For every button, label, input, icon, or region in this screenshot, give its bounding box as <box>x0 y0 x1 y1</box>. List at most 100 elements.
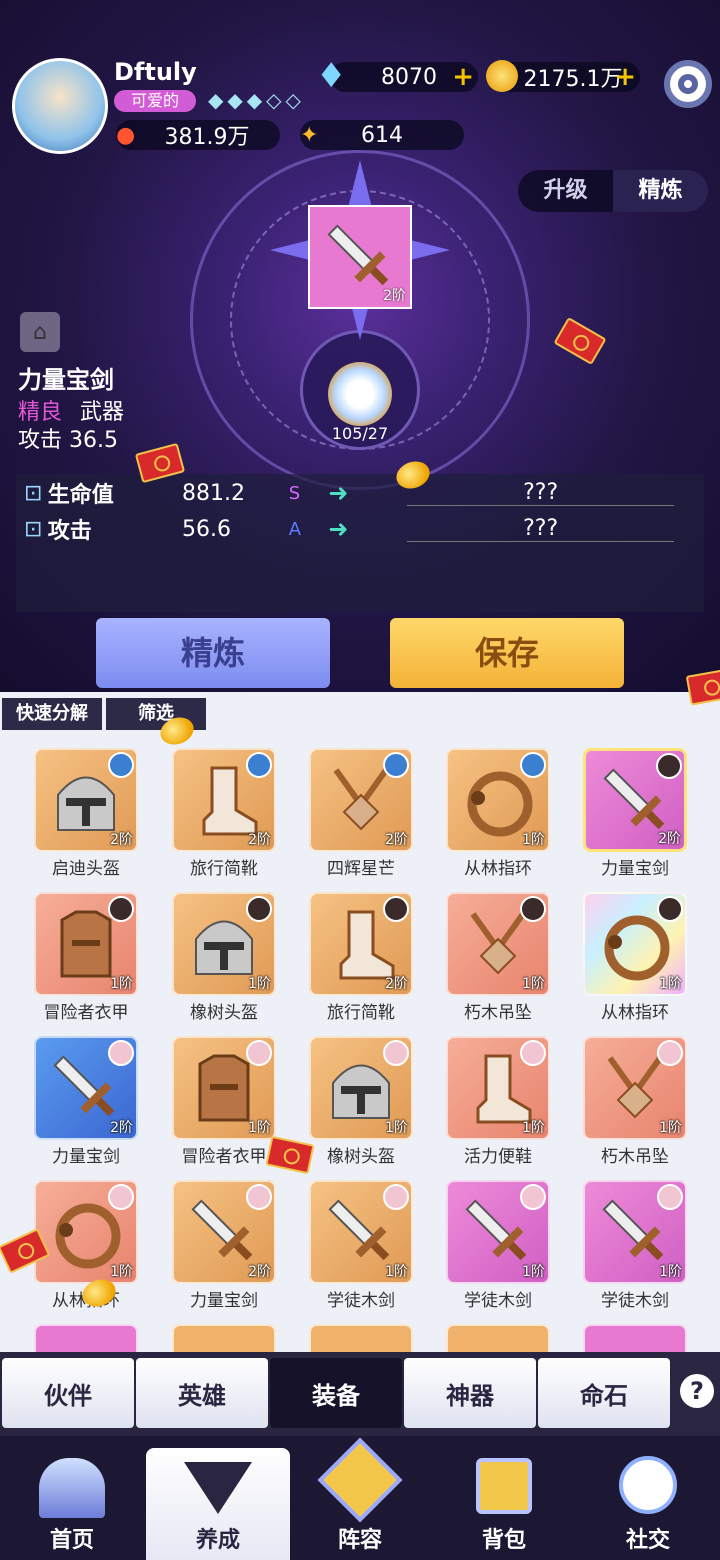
hero-avatar-icon <box>108 896 134 922</box>
inventory-item-card[interactable] <box>446 1324 550 1352</box>
inventory-item-card[interactable] <box>172 1324 276 1352</box>
avatar[interactable] <box>12 58 108 154</box>
nav-formation[interactable]: 阵容 <box>288 1437 432 1560</box>
hero-avatar-icon <box>657 896 683 922</box>
inventory-item-card[interactable] <box>34 1324 138 1352</box>
power-pill: ● 381.9万 <box>116 120 280 150</box>
stat-result: ??? <box>407 480 674 506</box>
nav-home[interactable]: 首页 <box>0 1448 144 1560</box>
inventory-item-card[interactable]: 1阶 <box>172 892 276 996</box>
item-level: 1阶 <box>659 976 682 992</box>
tab-life-stone[interactable]: 命石 <box>538 1358 670 1428</box>
hero-avatar-icon <box>520 1040 546 1066</box>
rank-diamonds: ◆◆◆◇◇ <box>208 88 305 112</box>
inventory-item-card[interactable]: 1阶 <box>446 1180 550 1284</box>
item-level: 1阶 <box>659 1120 682 1136</box>
tab-artifact[interactable]: 神器 <box>404 1358 536 1428</box>
inventory-item-card[interactable]: 2阶 <box>583 748 687 852</box>
inventory-item-card[interactable] <box>583 1324 687 1352</box>
help-icon[interactable]: ? <box>680 1374 714 1408</box>
inventory-item-card[interactable]: 1阶 <box>34 1180 138 1284</box>
hero-avatar-icon <box>383 1040 409 1066</box>
refine-button[interactable]: 精炼 <box>96 618 330 688</box>
inventory-item-card[interactable] <box>309 1324 413 1352</box>
inventory-item-card[interactable]: 1阶 <box>309 1180 413 1284</box>
nav-bag[interactable]: 背包 <box>432 1448 576 1560</box>
stat-row-atk: ⊡ 攻击 56.6 A ➜ ??? <box>24 512 674 546</box>
player-title-badge: 可爱的 <box>114 90 196 112</box>
refine-material-orb[interactable] <box>328 362 392 426</box>
inventory-item-card[interactable]: 1阶 <box>34 892 138 996</box>
item-name: 旅行简靴 <box>327 1003 395 1023</box>
hero-avatar-icon <box>246 1040 272 1066</box>
item-level: 2阶 <box>248 1264 271 1280</box>
tab-partner[interactable]: 伙伴 <box>2 1358 134 1428</box>
item-name: 冒险者衣甲 <box>43 1003 129 1023</box>
hero-avatar-icon <box>520 752 546 778</box>
gold-coin-icon <box>486 60 518 92</box>
item-level: 1阶 <box>522 976 545 992</box>
item-level: 2阶 <box>658 831 681 847</box>
item-name: 力量宝剑 <box>601 859 669 879</box>
nav-develop[interactable]: 养成 <box>146 1448 290 1560</box>
item-level: 1阶 <box>385 1264 408 1280</box>
settings-gear-icon[interactable] <box>664 60 712 108</box>
item-level: 1阶 <box>522 1264 545 1280</box>
tab-upgrade[interactable]: 升级 <box>518 170 613 212</box>
item-name: 朽木吊坠 <box>601 1147 669 1167</box>
inventory-item-card[interactable]: 1阶 <box>309 1036 413 1140</box>
item-level: 1阶 <box>110 976 133 992</box>
lock-icon[interactable]: ⌂ <box>20 312 60 352</box>
inventory-item-card[interactable]: 1阶 <box>446 1036 550 1140</box>
tab-hero[interactable]: 英雄 <box>136 1358 268 1428</box>
inventory-item-card[interactable]: 1阶 <box>583 1036 687 1140</box>
inventory-item-card[interactable]: 2阶 <box>172 1180 276 1284</box>
social-icon <box>619 1456 677 1514</box>
inventory-item-card[interactable]: 1阶 <box>446 748 550 852</box>
quick-decompose-button[interactable]: 快速分解 <box>2 698 102 730</box>
stat-value: 881.2 <box>182 480 246 506</box>
tab-refine[interactable]: 精炼 <box>613 170 708 212</box>
stat-lock-icon[interactable]: ⊡ <box>24 517 48 542</box>
save-button[interactable]: 保存 <box>390 618 624 688</box>
item-name: 力量宝剑 <box>52 1147 120 1167</box>
item-name: 活力便鞋 <box>464 1147 532 1167</box>
inventory-item-card[interactable]: 1阶 <box>172 1036 276 1140</box>
red-packet-icon[interactable] <box>553 317 607 365</box>
stat-grade: S <box>288 482 301 504</box>
nav-label: 阵容 <box>337 1528 382 1553</box>
nav-social[interactable]: 社交 <box>576 1448 720 1560</box>
inventory-item-card[interactable]: 2阶 <box>34 1036 138 1140</box>
formation-icon <box>317 1437 403 1523</box>
star-icon: ✦ <box>300 122 319 148</box>
fire-icon: ● <box>116 122 136 148</box>
inventory-item-card[interactable]: 2阶 <box>309 748 413 852</box>
nav-label: 社交 <box>625 1528 670 1553</box>
item-name: 力量宝剑 <box>18 366 114 394</box>
star-value: 614 <box>361 122 403 148</box>
inventory-item-card[interactable]: 1阶 <box>583 892 687 996</box>
arrow-icon: ➜ <box>328 515 349 543</box>
nav-label: 背包 <box>481 1528 526 1553</box>
hero-avatar-icon <box>108 1040 134 1066</box>
hero-avatar-icon <box>657 1040 683 1066</box>
stat-lock-icon[interactable]: ⊡ <box>24 481 48 506</box>
inventory-item-card[interactable]: 2阶 <box>172 748 276 852</box>
item-level: 2阶 <box>385 976 408 992</box>
item-name: 学徒木剑 <box>464 1291 532 1311</box>
inventory-item-card[interactable]: 1阶 <box>583 1180 687 1284</box>
item-name: 朽木吊坠 <box>464 1003 532 1023</box>
inventory-item-card[interactable]: 1阶 <box>446 892 550 996</box>
red-packet-icon[interactable] <box>685 668 720 706</box>
home-icon <box>39 1458 105 1518</box>
hero-avatar-icon <box>520 896 546 922</box>
item-level: 1阶 <box>522 832 545 848</box>
stat-row-hp: ⊡ 生命值 881.2 S ➜ ??? <box>24 476 674 510</box>
item-level: 2阶 <box>248 832 271 848</box>
add-gold-button[interactable]: + <box>614 62 636 92</box>
inventory-item-card[interactable]: 2阶 <box>309 892 413 996</box>
selected-item-card[interactable]: 2阶 <box>308 205 412 309</box>
add-diamond-button[interactable]: + <box>452 62 474 92</box>
inventory-item-card[interactable]: 2阶 <box>34 748 138 852</box>
tab-equipment[interactable]: 装备 <box>270 1358 402 1428</box>
